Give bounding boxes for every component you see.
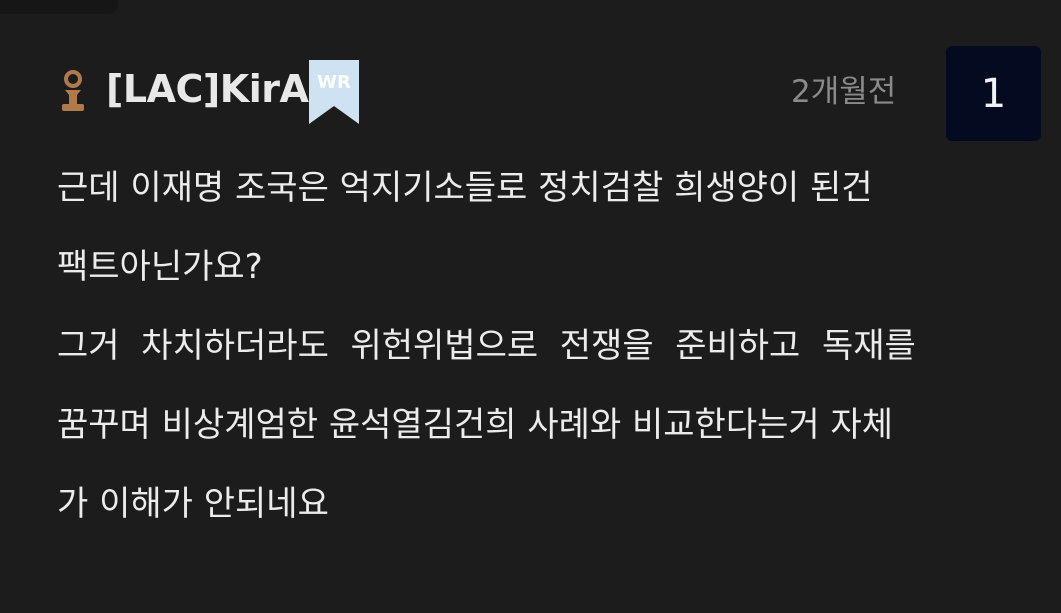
comment-line: 그거 차치하더라도 위헌위법으로 전쟁을 준비하고 독재를 (57, 326, 916, 366)
previous-item-edge (0, 0, 118, 14)
badge-label: WR (317, 72, 351, 93)
wr-bookmark-badge-icon: WR (307, 58, 361, 126)
author-name[interactable]: [LAC]KirA (106, 64, 309, 114)
comment-line: 근데 이재명 조국은 억지기소들로 정치검찰 희생양이 된건 (57, 168, 873, 208)
comment-card: [LAC]KirA WR 2개월전 1 근데 이재명 조국은 억지기소들로 정치… (0, 0, 1061, 613)
comment-line: 가 이해가 안되네요 (57, 484, 329, 524)
comment-timestamp: 2개월전 (791, 74, 897, 110)
comment-line: 꿈꾸며 비상계엄한 윤석열김건희 사례와 비교한다는거 자체 (57, 405, 894, 445)
vote-count-button[interactable]: 1 (946, 46, 1041, 141)
comment-header: [LAC]KirA WR 2개월전 1 (58, 46, 1041, 141)
rank-person-icon (58, 70, 88, 114)
comment-line: 팩트아닌가요? (57, 247, 263, 287)
comment-body: 근데 이재명 조국은 억지기소들로 정치검찰 희생양이 된건 팩트아닌가요? 그… (57, 160, 1037, 555)
